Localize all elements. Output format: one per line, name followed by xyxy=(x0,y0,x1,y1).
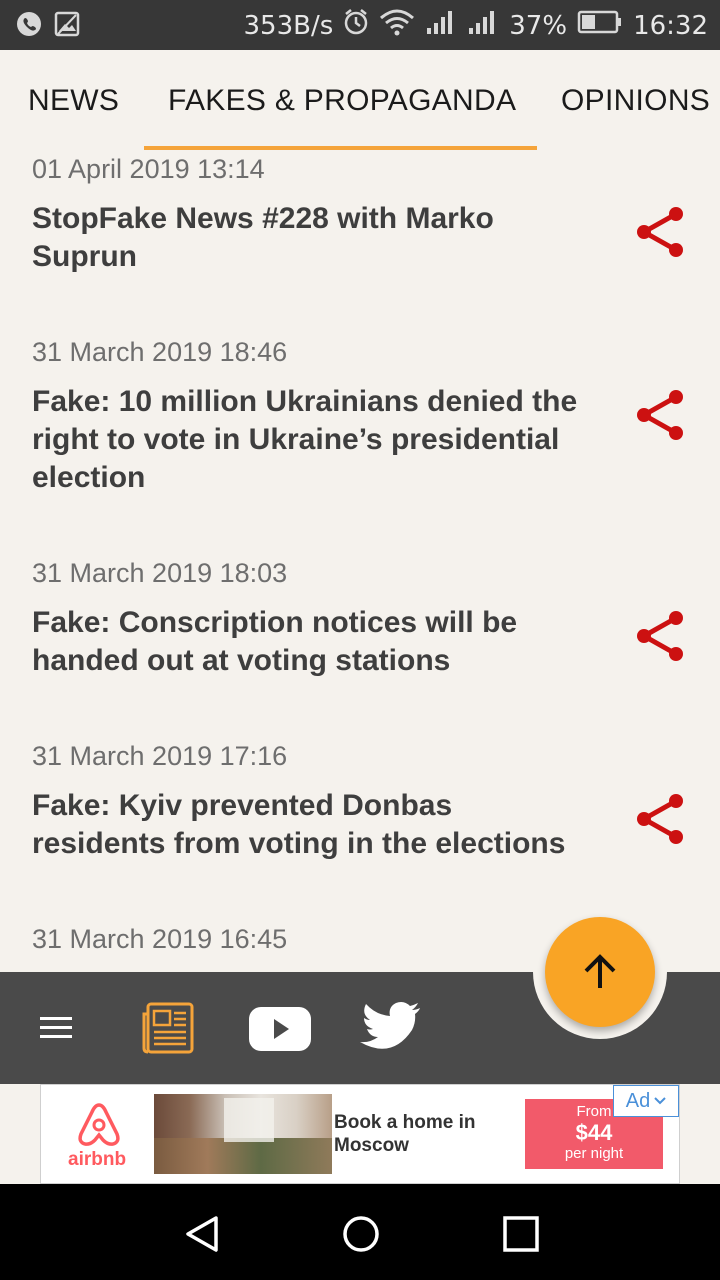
signal-icon-1 xyxy=(425,8,457,43)
article-title[interactable]: Fake: Kyiv prevented Donbas residents fr… xyxy=(32,787,592,863)
active-tab-indicator xyxy=(144,146,537,150)
recents-icon[interactable] xyxy=(502,1215,540,1253)
ad-headline: Book a home in Moscow xyxy=(334,1112,476,1156)
tab-fakes-propaganda[interactable]: FAKES & PROPAGANDA xyxy=(168,84,516,118)
menu-icon[interactable] xyxy=(38,1014,74,1042)
network-speed: 353B/s xyxy=(243,10,334,41)
battery-icon xyxy=(577,8,623,43)
share-icon[interactable] xyxy=(632,204,688,260)
tab-news[interactable]: NEWS xyxy=(28,84,119,118)
article-title[interactable]: Fake: 10 million Ukrainians denied the r… xyxy=(32,383,592,497)
arrow-up-icon xyxy=(584,954,616,988)
signal-icon-2 xyxy=(467,8,499,43)
article-date: 01 April 2019 13:14 xyxy=(32,154,265,184)
ad-price: $44 xyxy=(575,1120,613,1145)
wifi-icon xyxy=(379,8,415,43)
ad-choices-badge[interactable]: Ad xyxy=(613,1085,679,1117)
ad-banner[interactable]: airbnb Book a home in Moscow From $44 pe… xyxy=(40,1084,680,1184)
home-icon[interactable] xyxy=(341,1214,381,1254)
phone-call-icon xyxy=(16,10,42,42)
clock-time: 16:32 xyxy=(633,10,708,41)
share-icon[interactable] xyxy=(632,608,688,664)
article-title[interactable]: Fake: Conscription notices will be hande… xyxy=(32,604,592,680)
share-icon[interactable] xyxy=(632,791,688,847)
battery-percent: 37% xyxy=(509,10,568,41)
article-date: 31 March 2019 16:45 xyxy=(32,924,288,954)
image-icon xyxy=(54,10,80,42)
newspaper-icon[interactable] xyxy=(140,1000,196,1056)
scroll-to-top-button[interactable] xyxy=(545,917,655,1027)
article-date: 31 March 2019 18:46 xyxy=(32,337,288,367)
status-bar: 353B/s 37% 16:32 xyxy=(0,0,720,50)
share-icon[interactable] xyxy=(632,387,688,443)
twitter-icon[interactable] xyxy=(360,1000,424,1056)
back-icon[interactable] xyxy=(182,1214,222,1254)
tab-opinions[interactable]: OPINIONS xyxy=(561,84,710,118)
article-date: 31 March 2019 17:16 xyxy=(32,741,288,771)
article-title[interactable]: StopFake News #228 with Marko Suprun xyxy=(32,200,592,276)
airbnb-logo xyxy=(78,1103,120,1146)
ad-brand: airbnb xyxy=(68,1149,127,1170)
ad-photo xyxy=(154,1094,332,1174)
youtube-icon[interactable] xyxy=(248,1006,312,1052)
ad-price-unit: per night xyxy=(564,1145,624,1162)
ad-label: Ad xyxy=(625,1089,651,1112)
category-tabs: NEWS FAKES & PROPAGANDA OPINIONS xyxy=(0,50,720,150)
alarm-icon xyxy=(343,8,369,43)
article-date: 31 March 2019 18:03 xyxy=(32,558,288,588)
system-nav-bar xyxy=(0,1184,720,1280)
chevron-down-icon xyxy=(654,1097,666,1105)
